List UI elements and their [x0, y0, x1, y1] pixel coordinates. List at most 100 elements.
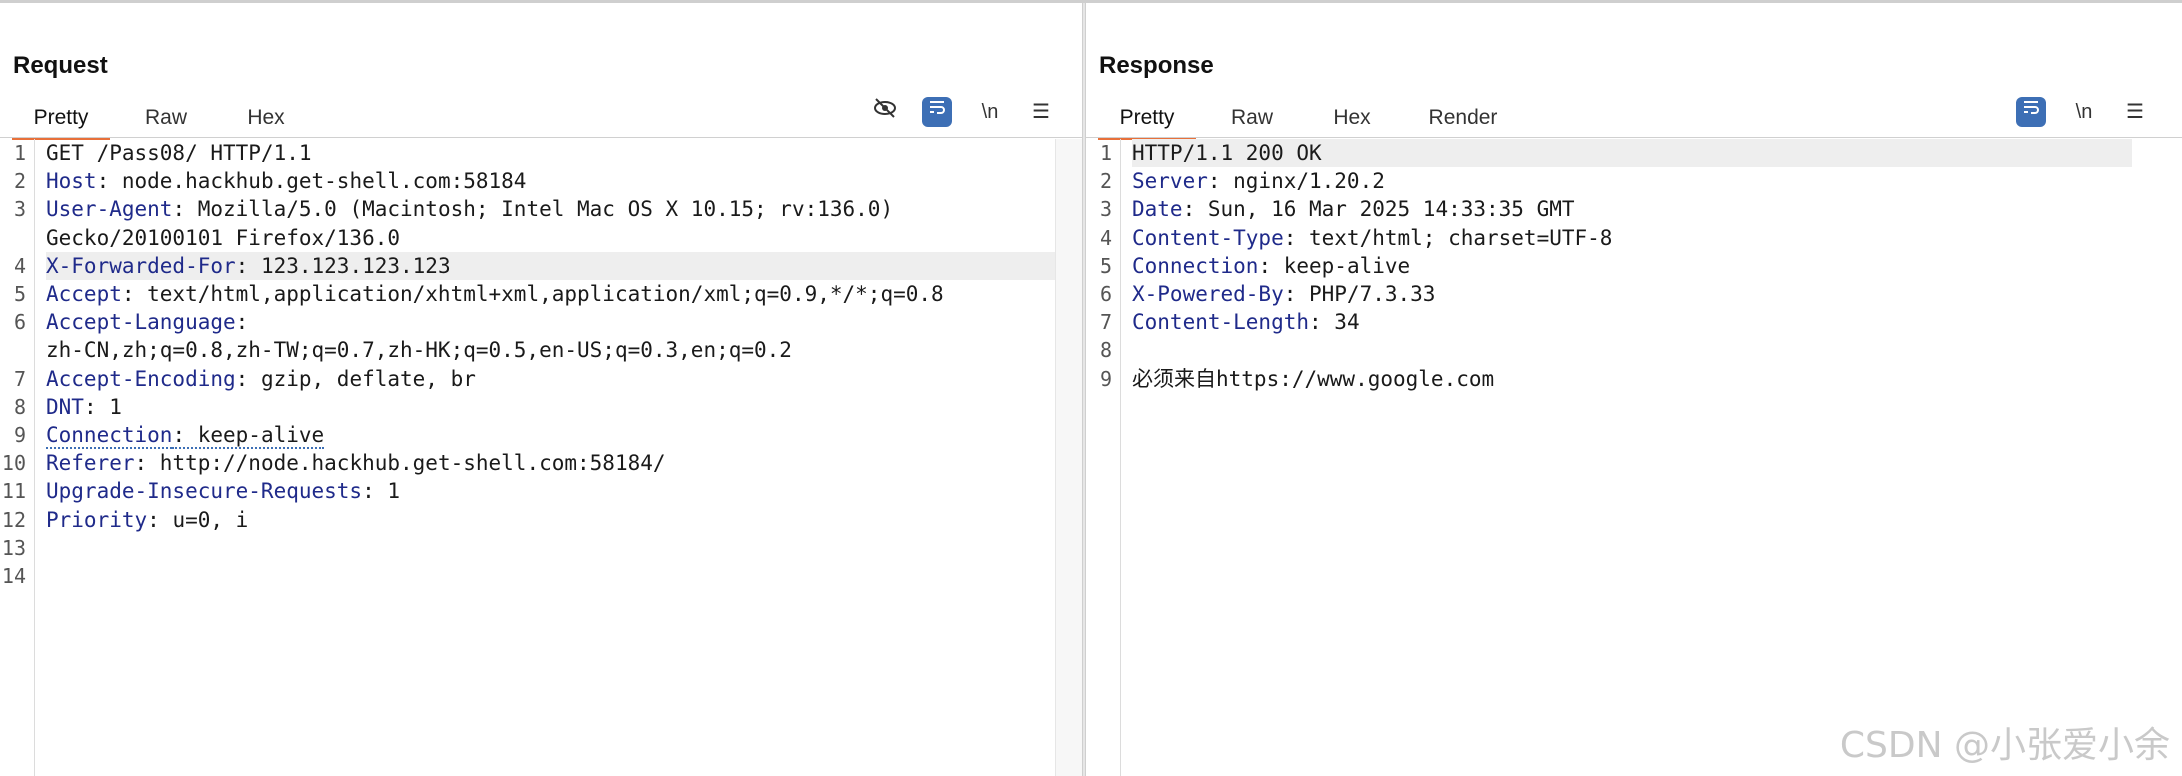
header-value: Gecko/20100101 Firefox/136.0: [46, 225, 401, 250]
tab-raw[interactable]: Raw: [1212, 103, 1292, 137]
line-number: 6: [13, 310, 26, 335]
line-number: 10: [1, 451, 26, 476]
menu-icon[interactable]: ☰: [1026, 97, 1056, 127]
header-name: Host: [46, 169, 97, 194]
response-title: Response: [1099, 52, 1214, 79]
line-number: 7: [13, 366, 26, 391]
header-name: Accept: [46, 282, 122, 306]
code-line[interactable]: Host: node.hackhub.get-shell.com:58184: [46, 167, 1056, 195]
header-name: Priority: [46, 507, 148, 532]
header-name: Server: [1132, 169, 1208, 194]
code-line[interactable]: 必须来自https://www.google.com: [1132, 365, 2132, 393]
header-value: : http://node.hackhub.get-shell.com:5818…: [134, 451, 666, 476]
code-line[interactable]: Accept-Language:: [46, 308, 1056, 336]
header-value: : keep-alive: [1258, 253, 1411, 278]
tab-raw[interactable]: Raw: [126, 103, 206, 137]
line-number: 2: [1099, 169, 1112, 194]
code-line[interactable]: Date: Sun, 16 Mar 2025 14:33:35 GMT: [1132, 195, 2132, 223]
code-line[interactable]: Content-Length: 34: [1132, 308, 2132, 336]
header-value: : 34: [1309, 310, 1360, 335]
wrap-icon[interactable]: [922, 97, 952, 127]
code-line[interactable]: User-Agent: Mozilla/5.0 (Macintosh; Inte…: [46, 195, 1056, 223]
code-line[interactable]: Accept-Encoding: gzip, deflate, br: [46, 365, 1056, 393]
header-value: zh-CN,zh;q=0.8,zh-TW;q=0.7,zh-HK;q=0.5,e…: [46, 338, 792, 363]
code-line[interactable]: Accept: text/html,application/xhtml+xml,…: [46, 280, 1056, 308]
line-number: 4: [13, 253, 26, 278]
newline-icon[interactable]: \n: [975, 97, 1005, 127]
tab-pretty[interactable]: Pretty: [1098, 103, 1196, 140]
line-number-gutter: 1 2 3 4 5 6 7 8 9 10 11 12 13 14: [0, 139, 35, 776]
tab-divider: [1086, 137, 2182, 138]
newline-icon[interactable]: \n: [2069, 97, 2099, 127]
line-number-gutter: 1 2 3 4 5 6 7 8 9: [1086, 139, 1121, 776]
code-line[interactable]: Connection: keep-alive: [46, 421, 1056, 449]
tab-hex[interactable]: Hex: [1312, 103, 1392, 137]
line-number: 4: [1099, 225, 1112, 250]
line-number: 5: [13, 282, 26, 306]
header-value: : PHP/7.3.33: [1283, 282, 1436, 306]
header-name: DNT: [46, 394, 84, 419]
tab-pretty[interactable]: Pretty: [12, 103, 110, 140]
header-value: : u=0, i: [147, 507, 249, 532]
header-name: Content-Length: [1132, 310, 1310, 335]
header-value: : nginx/1.20.2: [1207, 169, 1385, 194]
code-line[interactable]: Connection: keep-alive: [1132, 252, 2132, 280]
code-line[interactable]: Server: nginx/1.20.2: [1132, 167, 2132, 195]
tab-hex[interactable]: Hex: [226, 103, 306, 137]
header-value: : node.hackhub.get-shell.com:58184: [96, 169, 527, 194]
header-value: :: [235, 310, 249, 335]
code-line[interactable]: Upgrade-Insecure-Requests: 1: [46, 477, 1056, 505]
code-line[interactable]: Content-Type: text/html; charset=UTF-8: [1132, 224, 2132, 252]
header-value: 必须来自https://www.google.com: [1132, 366, 1495, 391]
header-value: : 1: [83, 394, 122, 419]
code-line[interactable]: DNT: 1: [46, 393, 1056, 421]
header-name: User-Agent: [46, 197, 173, 222]
header-value: : Sun, 16 Mar 2025 14:33:35 GMT: [1182, 197, 1575, 222]
code-line[interactable]: GET /Pass08/ HTTP/1.1: [46, 139, 1056, 167]
line-number: 5: [1099, 253, 1112, 278]
code-line[interactable]: HTTP/1.1 200 OK: [1132, 139, 2132, 167]
header-name: Accept-Language: [46, 310, 236, 335]
response-panel: Response Pretty Raw Hex Render \n ☰ 1 2 3 4…: [1086, 3, 2182, 776]
header-value: : text/html,application/xhtml+xml,applic…: [121, 282, 944, 306]
code-line[interactable]: X-Powered-By: PHP/7.3.33: [1132, 280, 2132, 308]
code-line[interactable]: Gecko/20100101 Firefox/136.0: [46, 224, 1056, 252]
watermark: CSDN @小张爱小余: [1839, 725, 2170, 766]
tab-render[interactable]: Render: [1408, 103, 1518, 137]
line-number: 14: [1, 564, 26, 588]
code-line[interactable]: zh-CN,zh;q=0.8,zh-TW;q=0.7,zh-HK;q=0.5,e…: [46, 336, 1056, 364]
code-line[interactable]: Priority: u=0, i: [46, 506, 1056, 534]
request-editor[interactable]: 1 2 3 4 5 6 7 8 9 10 11 12 13 14 GET /Pass08/ HTTP/1.…: [0, 139, 1082, 776]
header-value: GET /Pass08/ HTTP/1.1: [46, 141, 312, 165]
header-name: Accept-Encoding: [46, 366, 236, 391]
header-value: : 123.123.123.123: [235, 253, 451, 278]
header-name: Connection: [1132, 253, 1259, 278]
line-number: 6: [1099, 282, 1112, 306]
vertical-scrollbar[interactable]: [1055, 139, 1082, 776]
line-number: 8: [13, 394, 26, 419]
line-number: 3: [1099, 197, 1112, 222]
response-code[interactable]: HTTP/1.1 200 OK Server: nginx/1.20.2 Date:…: [1132, 139, 2182, 776]
response-editor[interactable]: 123456789 HTTP/1.1 200 OK Server: nginx/1…: [1086, 139, 2182, 776]
header-name: X-Forwarded-For: [46, 253, 236, 278]
menu-icon[interactable]: ☰: [2120, 97, 2150, 127]
request-panel: Request Pretty Raw Hex \n ☰ 1 2 3 4 5 6 7 8 9 10 1…: [0, 3, 1082, 776]
hide-icon[interactable]: [870, 97, 900, 127]
line-number: 11: [1, 479, 26, 504]
header-name: Referer: [46, 451, 135, 476]
line-number: 1: [13, 141, 26, 165]
header-value: : gzip, deflate, br: [235, 366, 476, 391]
request-code[interactable]: GET /Pass08/ HTTP/1.1 Host: node.hackhub.…: [46, 139, 1082, 776]
line-number: 9: [1099, 366, 1112, 391]
header-name: Date: [1132, 197, 1183, 222]
request-title: Request: [13, 52, 108, 79]
header-name: Connection: [46, 423, 173, 449]
line-number: 13: [1, 535, 26, 560]
wrap-icon[interactable]: [2016, 97, 2046, 127]
line-number: 1: [1099, 141, 1112, 165]
header-value: : keep-alive: [172, 423, 325, 449]
code-line[interactable]: X-Forwarded-For: 123.123.123.123: [46, 251, 1056, 280]
tab-divider: [0, 137, 1082, 138]
header-value: : text/html; charset=UTF-8: [1283, 225, 1613, 250]
code-line[interactable]: Referer: http://node.hackhub.get-shell.c…: [46, 449, 1056, 477]
